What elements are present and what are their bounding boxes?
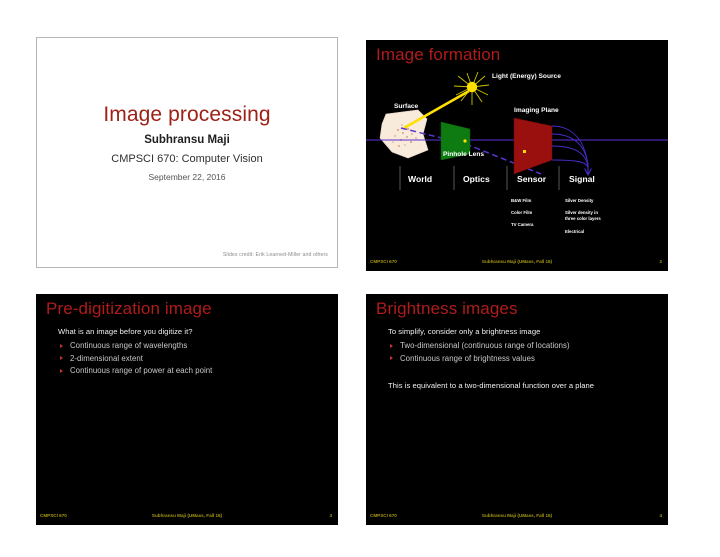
signal-type-column: Silver Density Silver density in three c…	[565, 198, 607, 241]
label-imaging-plane: Imaging Plane	[514, 107, 559, 114]
author-name: Subhransu Maji	[144, 134, 230, 147]
bullet-item: Continuous range of brightness values	[388, 354, 656, 363]
lead-text: To simplify, consider only a brightness …	[388, 327, 541, 336]
footer-slide-number: 3	[329, 513, 332, 518]
stage-signal: Signal	[569, 174, 595, 184]
slide-footer: CMPSCI 670 Subhransu Maji (UMass, Fall 1…	[36, 513, 338, 522]
footer-slide-number: 2	[659, 259, 662, 264]
slide-thumbnail-3[interactable]: Pre-digitization image What is an image …	[36, 294, 338, 525]
page-title: Image processing	[103, 103, 271, 126]
footer-attribution: Subhransu Maji (UMass, Fall 16)	[481, 513, 553, 518]
bullet-item: Continuous range of power at each point	[58, 366, 326, 375]
title-block: Image processing Subhransu Maji CMPSCI 6…	[37, 103, 337, 183]
bullet-item: Continuous range of wavelengths	[58, 341, 326, 350]
slide-thumbnail-2[interactable]: Image formation Light (Energy) Source Su…	[366, 40, 668, 271]
stage-sensor: Sensor	[517, 174, 547, 184]
slides-credit: Slides credit: Erik Learned-Miller and o…	[222, 252, 328, 258]
slide-body: What is an image before you digitize it?…	[58, 327, 326, 379]
slide-footer: CMPSCI 670 Subhransu Maji (UMass, Fall 1…	[366, 259, 668, 268]
pinhole-aperture	[463, 139, 467, 143]
course-name: CMPSCI 670: Computer Vision	[111, 153, 263, 166]
label-light-source: Light (Energy) Source	[492, 73, 561, 80]
stage-optics: Optics	[463, 174, 490, 184]
footer-slide-number: 4	[659, 513, 662, 518]
slide-body: To simplify, consider only a brightness …	[388, 327, 656, 390]
label-surface: Surface	[394, 103, 419, 110]
imaging-plane-shape	[513, 117, 553, 175]
signal-curves	[551, 125, 589, 169]
imaging-plane-point	[523, 150, 526, 153]
sensor-type-cell: TV Camera	[511, 222, 534, 228]
stage-world: World	[408, 174, 433, 184]
lead-text: What is an image before you digitize it?	[58, 327, 193, 336]
bullet-item: 2-dimensional extent	[58, 354, 326, 363]
slide-title: Pre-digitization image	[46, 299, 212, 318]
signal-type-cell: Silver Density	[565, 198, 594, 203]
sensor-type-column: B&W Film Color Film TV Camera	[511, 198, 553, 235]
footer-attribution: Subhransu Maji (UMass, Fall 16)	[151, 513, 223, 518]
signal-type-cell: Electrical	[565, 228, 585, 234]
slide-thumbnail-4[interactable]: Brightness images To simplify, consider …	[366, 294, 668, 525]
closing-text: This is equivalent to a two-dimensional …	[388, 380, 595, 390]
slide-thumbnail-1[interactable]: Image processing Subhransu Maji CMPSCI 6…	[36, 37, 338, 268]
slide-title: Brightness images	[376, 299, 518, 318]
sensor-type-cell: Color Film	[511, 210, 533, 216]
slide-footer: CMPSCI 670 Subhransu Maji (UMass, Fall 1…	[366, 513, 668, 522]
label-pinhole-lens: Pinhole Lens	[443, 151, 485, 158]
presentation-date: September 22, 2016	[148, 172, 226, 183]
signal-type-cell: Silver density in three color layers	[565, 210, 601, 222]
sensor-type-cell: B&W Film	[511, 198, 532, 203]
bullet-item: Two-dimensional (continuous range of loc…	[388, 341, 656, 350]
footer-attribution: Subhransu Maji (UMass, Fall 16)	[481, 259, 553, 264]
image-formation-diagram: Light (Energy) Source Surface Imaging Pl…	[366, 62, 668, 247]
